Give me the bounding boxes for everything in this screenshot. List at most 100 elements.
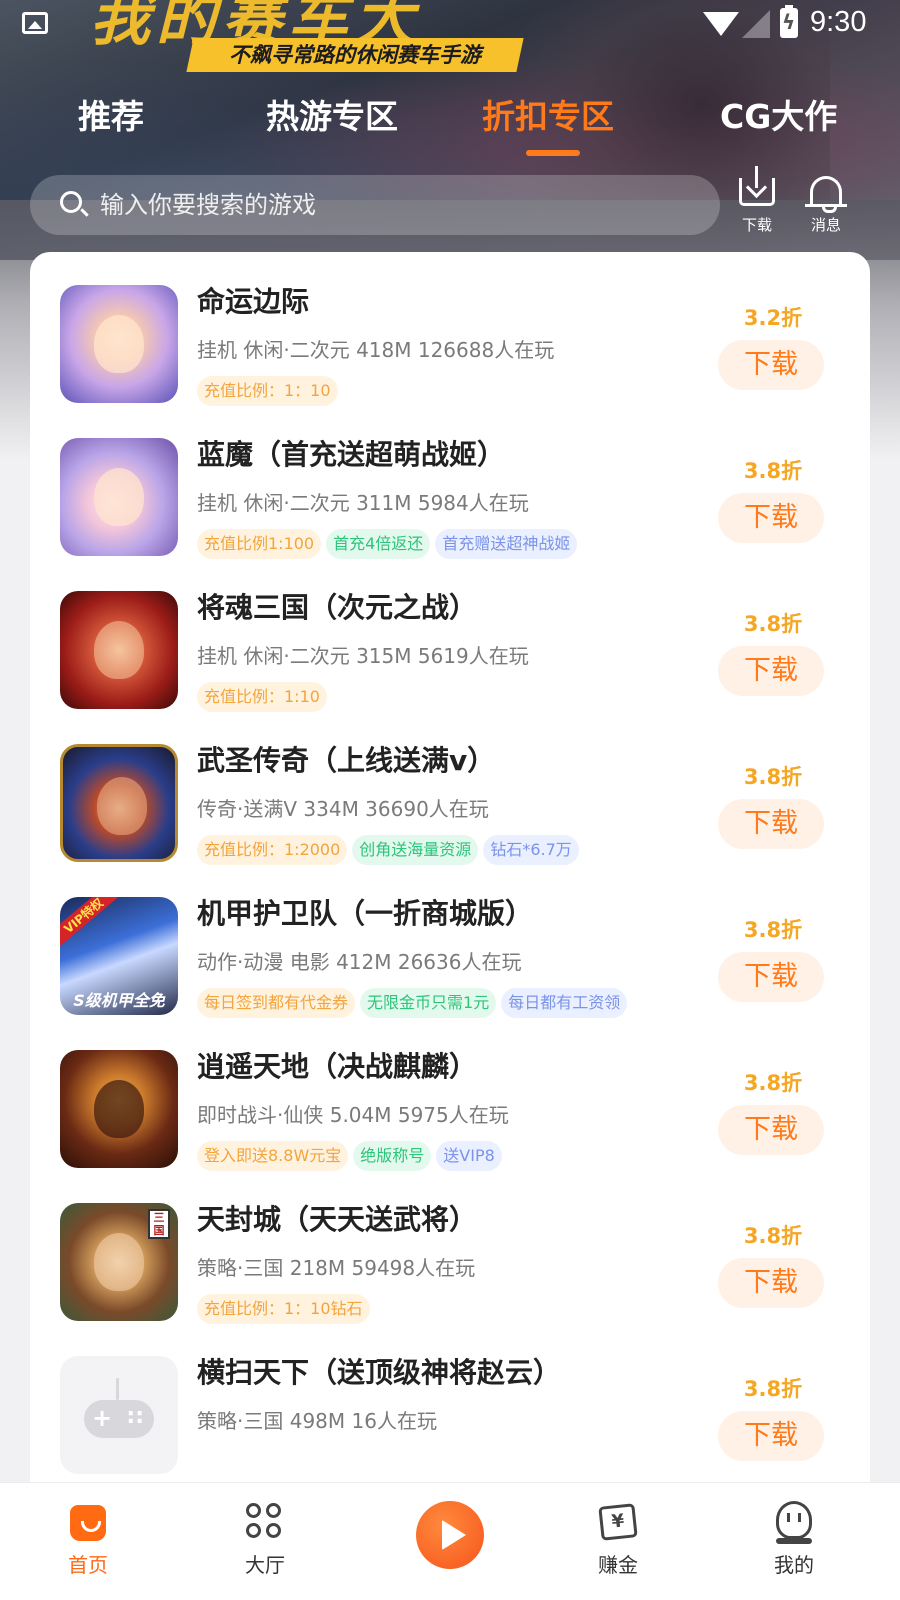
game-tags: 登入即送8.8W元宝 绝版称号 送VIP8	[197, 1141, 507, 1171]
download-button[interactable]: 下载	[718, 1411, 824, 1461]
tab-recommend[interactable]: 推荐	[78, 90, 144, 138]
download-button[interactable]: 下载	[718, 493, 824, 543]
bell-icon	[805, 176, 847, 213]
messages-label: 消息	[810, 216, 841, 234]
nav-hall[interactable]: 大厅	[205, 1483, 325, 1600]
game-list: 命运边际 挂机 休闲·二次元 418M 126688人在玩 充值比例：1：10 …	[30, 252, 870, 1482]
game-tag: 创角送海量资源	[352, 835, 479, 865]
game-tag: 充值比例：1：10钻石	[197, 1294, 370, 1324]
game-meta: 挂机 休闲·二次元 418M 126688人在玩	[197, 338, 555, 362]
game-icon[interactable]	[60, 744, 178, 862]
game-meta: 挂机 休闲·二次元 311M 5984人在玩	[197, 491, 529, 515]
download-button[interactable]: 下载	[718, 1105, 824, 1155]
earn-icon	[598, 1503, 638, 1541]
download-button[interactable]: 下载	[718, 646, 824, 696]
download-button[interactable]: 下载	[718, 1258, 824, 1308]
game-tags: 充值比例1:100 首充4倍返还 首充赠送超神战姬	[197, 529, 582, 559]
status-bar: 9:30	[0, 0, 900, 50]
game-tag: 登入即送8.8W元宝	[197, 1141, 349, 1171]
game-name[interactable]: 天封城（天天送武将）	[197, 1198, 477, 1238]
game-icon[interactable]	[60, 1050, 178, 1168]
bottom-nav: 首页 大厅 赚金 我的	[0, 1482, 900, 1600]
game-name[interactable]: 逍遥天地（决战麒麟）	[197, 1045, 477, 1085]
hall-icon	[246, 1503, 284, 1541]
mine-icon	[776, 1501, 812, 1544]
game-row[interactable]: 横扫天下（送顶级神将赵云） 策略·三国 498M 16人在玩 3.8折 下载	[30, 1323, 870, 1476]
game-tag: 充值比例1:100	[197, 529, 322, 559]
gamepad-cable	[116, 1378, 119, 1400]
search-bar[interactable]	[30, 175, 720, 235]
wifi-icon	[703, 12, 739, 36]
game-row[interactable]: 武圣传奇（上线送满v） 传奇·送满V 334M 36690人在玩 充值比例：1:…	[30, 711, 870, 865]
game-icon[interactable]	[60, 591, 178, 709]
character-art	[97, 777, 147, 835]
nav-earn-label: 赚金	[598, 1553, 638, 1577]
play-icon[interactable]	[416, 1501, 484, 1569]
messages-button[interactable]: 消息	[796, 172, 856, 242]
download-button[interactable]: 下载	[718, 340, 824, 390]
game-meta: 策略·三国 218M 59498人在玩	[197, 1256, 476, 1280]
game-icon[interactable]: 三国	[60, 1203, 178, 1321]
game-name[interactable]: 武圣传奇（上线送满v）	[197, 739, 495, 779]
discount-label: 3.8折	[743, 1224, 803, 1248]
game-row[interactable]: 命运边际 挂机 休闲·二次元 418M 126688人在玩 充值比例：1：10 …	[30, 252, 870, 406]
character-art	[94, 315, 144, 373]
game-tag: 钻石*6.7万	[483, 835, 579, 865]
game-row[interactable]: 蓝魔（首充送超萌战姬） 挂机 休闲·二次元 311M 5984人在玩 充值比例1…	[30, 405, 870, 559]
character-art	[94, 468, 144, 526]
game-tag: 充值比例：1：10	[197, 376, 338, 406]
discount-label: 3.8折	[743, 1377, 803, 1401]
game-row[interactable]: 将魂三国（次元之战） 挂机 休闲·二次元 315M 5619人在玩 充值比例：1…	[30, 558, 870, 712]
tab-hot-games[interactable]: 热游专区	[266, 90, 398, 138]
discount-label: 3.8折	[743, 612, 803, 636]
status-time: 9:30	[810, 6, 867, 38]
game-tag: 绝版称号	[353, 1141, 432, 1171]
nav-home[interactable]: 首页	[28, 1483, 148, 1600]
nav-mine-label: 我的	[774, 1553, 814, 1577]
character-art	[94, 1080, 144, 1138]
search-icon	[60, 191, 82, 213]
game-icon[interactable]	[60, 1356, 178, 1474]
discount-label: 3.8折	[743, 765, 803, 789]
game-row[interactable]: 三国 天封城（天天送武将） 策略·三国 218M 59498人在玩 充值比例：1…	[30, 1170, 870, 1324]
game-meta: 即时战斗·仙侠 5.04M 5975人在玩	[197, 1103, 509, 1127]
game-tags: 每日签到都有代金券 无限金币只需1元 每日都有工资领	[197, 988, 632, 1018]
icon-seal: 三国	[148, 1209, 170, 1239]
game-tags: 充值比例：1:2000 创角送海量资源 钻石*6.7万	[197, 835, 584, 865]
download-button[interactable]: 下载	[718, 799, 824, 849]
game-row[interactable]: VIP特权 S级机甲全免 机甲护卫队（一折商城版） 动作·动漫 电影 412M …	[30, 864, 870, 1018]
game-name[interactable]: 将魂三国（次元之战）	[197, 586, 477, 626]
discount-label: 3.8折	[743, 918, 803, 942]
signal-icon	[742, 10, 770, 38]
nav-hall-label: 大厅	[245, 1553, 285, 1577]
game-icon[interactable]	[60, 285, 178, 403]
nav-home-label: 首页	[68, 1553, 108, 1577]
active-tab-indicator	[526, 150, 580, 156]
nav-earn[interactable]: 赚金	[558, 1483, 678, 1600]
game-name[interactable]: 命运边际	[197, 280, 309, 320]
game-row[interactable]: 逍遥天地（决战麒麟） 即时战斗·仙侠 5.04M 5975人在玩 登入即送8.8…	[30, 1017, 870, 1171]
game-name[interactable]: 机甲护卫队（一折商城版）	[197, 892, 533, 932]
game-tags: 充值比例：1:10	[197, 682, 332, 712]
tab-cg-games[interactable]: CG大作	[720, 90, 837, 138]
battery-charging-icon	[780, 5, 798, 38]
game-icon[interactable]: VIP特权 S级机甲全免	[60, 897, 178, 1015]
search-input[interactable]	[100, 183, 690, 227]
game-icon[interactable]	[60, 438, 178, 556]
download-button[interactable]: 下载	[718, 952, 824, 1002]
game-meta: 动作·动漫 电影 412M 26636人在玩	[197, 950, 522, 974]
game-tag: 充值比例：1:10	[197, 682, 327, 712]
tab-discount[interactable]: 折扣专区	[482, 90, 614, 138]
home-icon	[70, 1505, 106, 1541]
game-meta: 挂机 休闲·二次元 315M 5619人在玩	[197, 644, 529, 668]
game-name[interactable]: 横扫天下（送顶级神将赵云）	[197, 1351, 561, 1391]
nav-mine[interactable]: 我的	[734, 1483, 854, 1600]
top-tabs: 推荐 热游专区 折扣专区 CG大作	[0, 90, 900, 160]
game-tags: 充值比例：1：10钻石	[197, 1294, 375, 1324]
character-art	[94, 621, 144, 679]
download-manager-button[interactable]: 下载	[727, 166, 787, 242]
vip-badge: VIP特权	[60, 897, 118, 946]
game-tag: 每日签到都有代金券	[197, 988, 356, 1018]
game-name[interactable]: 蓝魔（首充送超萌战姬）	[197, 433, 505, 473]
discount-label: 3.2折	[743, 306, 803, 330]
